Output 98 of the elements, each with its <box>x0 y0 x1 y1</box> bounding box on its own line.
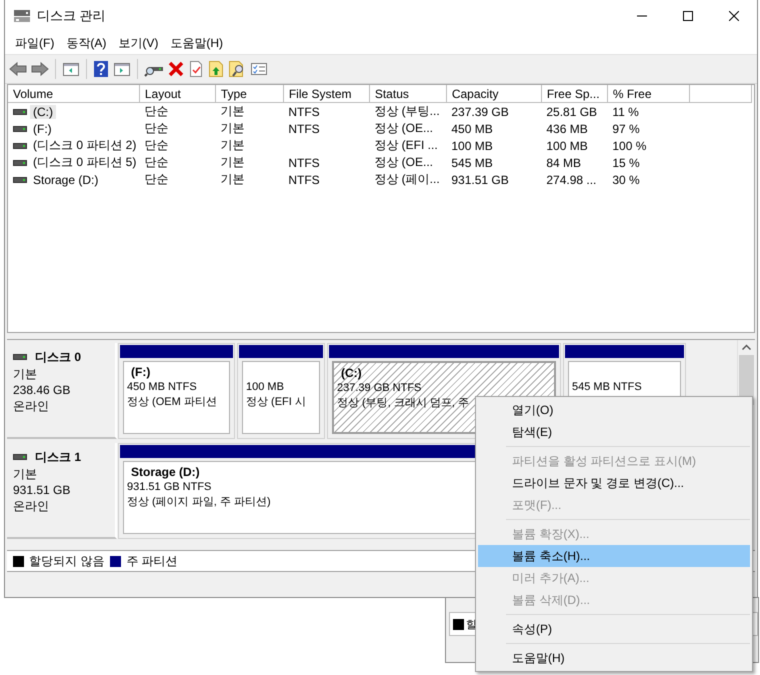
table-cell: 237.39 GB <box>446 102 542 120</box>
table-cell-text: 450 MB <box>450 120 494 137</box>
table-cell-text: 545 MB <box>450 154 494 171</box>
partition-size: 931.51 GB NTFS <box>127 480 212 495</box>
column-header[interactable]: Type <box>215 85 284 102</box>
legend-label: 주 파티션 <box>126 552 178 570</box>
table-cell: 11 % <box>607 102 690 120</box>
partition-status: 정상 (페이지 파일, 주 파티션) <box>127 495 271 510</box>
table-cell: 25.81 GB <box>541 102 608 120</box>
folder-search-icon[interactable] <box>228 60 246 78</box>
table-cell-text: 436 MB <box>545 120 589 137</box>
table-cell-text: NTFS <box>287 172 321 188</box>
folder-up-arrow-icon[interactable] <box>208 60 224 78</box>
partition-size: 100 MB <box>246 380 284 395</box>
table-cell: 단순 <box>139 102 216 120</box>
drive-label[interactable]: (디스크 0 파티션 2) <box>30 137 140 154</box>
table-cell-text: NTFS <box>287 120 321 137</box>
table-cell-text: 100 % <box>611 138 648 154</box>
table-cell-text: 기본 <box>219 154 246 171</box>
column-header[interactable]: Volume <box>8 85 140 102</box>
delete-icon[interactable] <box>168 61 184 77</box>
window-title: 디스크 관리 <box>37 7 106 25</box>
partition-title: Storage (D:) <box>130 465 200 480</box>
table-cell-text: 274.98 ... <box>545 172 598 188</box>
partition-block[interactable]: 100 MB 정상 (EFI 시 <box>242 361 320 434</box>
column-header[interactable]: Layout <box>139 85 216 102</box>
table-cell-text: 기본 <box>219 120 246 137</box>
close-icon[interactable] <box>729 11 739 21</box>
menu-item[interactable]: 파일(F) <box>9 34 60 52</box>
partition-block[interactable]: (F:) 450 MB NTFS 정상 (OEM 파티션 <box>123 361 230 434</box>
table-cell-text: 기본 <box>219 171 246 188</box>
partition-size: 545 MB NTFS <box>572 380 642 395</box>
legend-swatch <box>453 618 464 630</box>
disk-name: 디스크 1 <box>35 448 82 466</box>
table-cell-text: 정상 (페이... <box>373 171 441 188</box>
drive-icon <box>13 8 31 24</box>
partition-title: (C:) <box>340 366 362 381</box>
partition-status: 정상 (부팅, 크래시 덤프, 주 <box>337 396 469 411</box>
checklist-icon[interactable] <box>250 61 268 77</box>
table-cell-text: 단순 <box>143 171 170 188</box>
disk-status: 온라인 <box>13 398 50 414</box>
partition-title: (F:) <box>130 365 150 380</box>
table-cell-text: 15 % <box>611 154 641 171</box>
table-cell-text: 정상 (OE... <box>373 154 434 171</box>
column-header[interactable]: Status <box>369 85 446 102</box>
disk-status: 온라인 <box>13 498 50 514</box>
table-cell-text: 84 MB <box>545 154 582 171</box>
table-cell-text: 정상 (OE... <box>373 120 434 137</box>
maximize-icon[interactable] <box>683 11 693 21</box>
disk-size: 931.51 GB <box>13 482 72 498</box>
disk-label-panel[interactable]: 디스크 0 기본 238.46 GB 온라인 <box>7 343 117 439</box>
menu-item[interactable]: 속성(P) <box>478 618 750 640</box>
disk-type: 기본 <box>13 466 38 482</box>
panel-icon[interactable] <box>62 61 80 77</box>
partition-size: 450 MB NTFS <box>127 380 197 395</box>
drive-label[interactable]: (F:) <box>30 122 55 136</box>
legend-label: 할당되지 않음 <box>29 552 104 570</box>
column-header[interactable]: % Free <box>607 85 690 102</box>
menu-item[interactable]: 볼륨 축소(H)... <box>478 545 750 567</box>
table-cell-text: 931.51 GB <box>450 172 510 188</box>
menu-item[interactable]: 보기(V) <box>112 34 164 52</box>
table-cell-text: 97 % <box>611 120 641 137</box>
table-cell-text: NTFS <box>287 154 321 171</box>
disk-size: 238.46 GB <box>13 382 72 398</box>
disk-type: 기본 <box>13 366 38 382</box>
drive-label[interactable]: Storage (D:) <box>30 172 102 186</box>
disk-name: 디스크 0 <box>35 348 82 366</box>
drive-icon <box>13 451 27 463</box>
table-cell-text: 기본 <box>219 137 246 154</box>
table-cell-text: 단순 <box>143 137 170 154</box>
menu-item[interactable]: 도움말(H) <box>164 34 229 52</box>
drive-label[interactable]: (C:) <box>30 104 56 118</box>
menu-item[interactable]: 동작(A) <box>60 34 112 52</box>
partition-status: 정상 (EFI 시 <box>246 395 306 410</box>
drive-icon <box>13 351 27 363</box>
column-header[interactable]: Free Sp... <box>541 85 608 102</box>
legend-label: 할 <box>466 618 477 632</box>
help-icon[interactable] <box>93 60 109 78</box>
back-arrow-icon[interactable] <box>9 61 27 77</box>
column-header[interactable]: File System <box>283 85 370 102</box>
menu-item[interactable]: 도움말(H) <box>478 647 750 669</box>
table-cell: NTFS <box>283 102 370 120</box>
disk-label-panel[interactable]: 디스크 1 기본 931.51 GB 온라인 <box>7 443 117 539</box>
table-cell: 정상 (부팅... <box>369 102 446 120</box>
table-cell-text: 단순 <box>143 154 170 171</box>
panel-icon[interactable] <box>113 61 131 77</box>
partition-status: 정상 (OEM 파티션 <box>127 395 217 410</box>
table-cell-text: 100 MB <box>545 138 589 154</box>
table-cell-text: 정상 (EFI ... <box>373 137 439 154</box>
column-header[interactable]: Capacity <box>446 85 542 102</box>
table-cell-text: 100 MB <box>450 138 494 154</box>
forward-arrow-icon[interactable] <box>31 61 49 77</box>
drive-label[interactable]: (디스크 0 파티션 5) <box>30 154 140 171</box>
table-cell: 기본 <box>215 102 284 120</box>
checked-document-icon[interactable] <box>188 60 204 78</box>
table-cell-text: 단순 <box>143 120 170 137</box>
table-cell-text: 30 % <box>611 172 641 188</box>
partition-size: 237.39 GB NTFS <box>337 381 422 396</box>
